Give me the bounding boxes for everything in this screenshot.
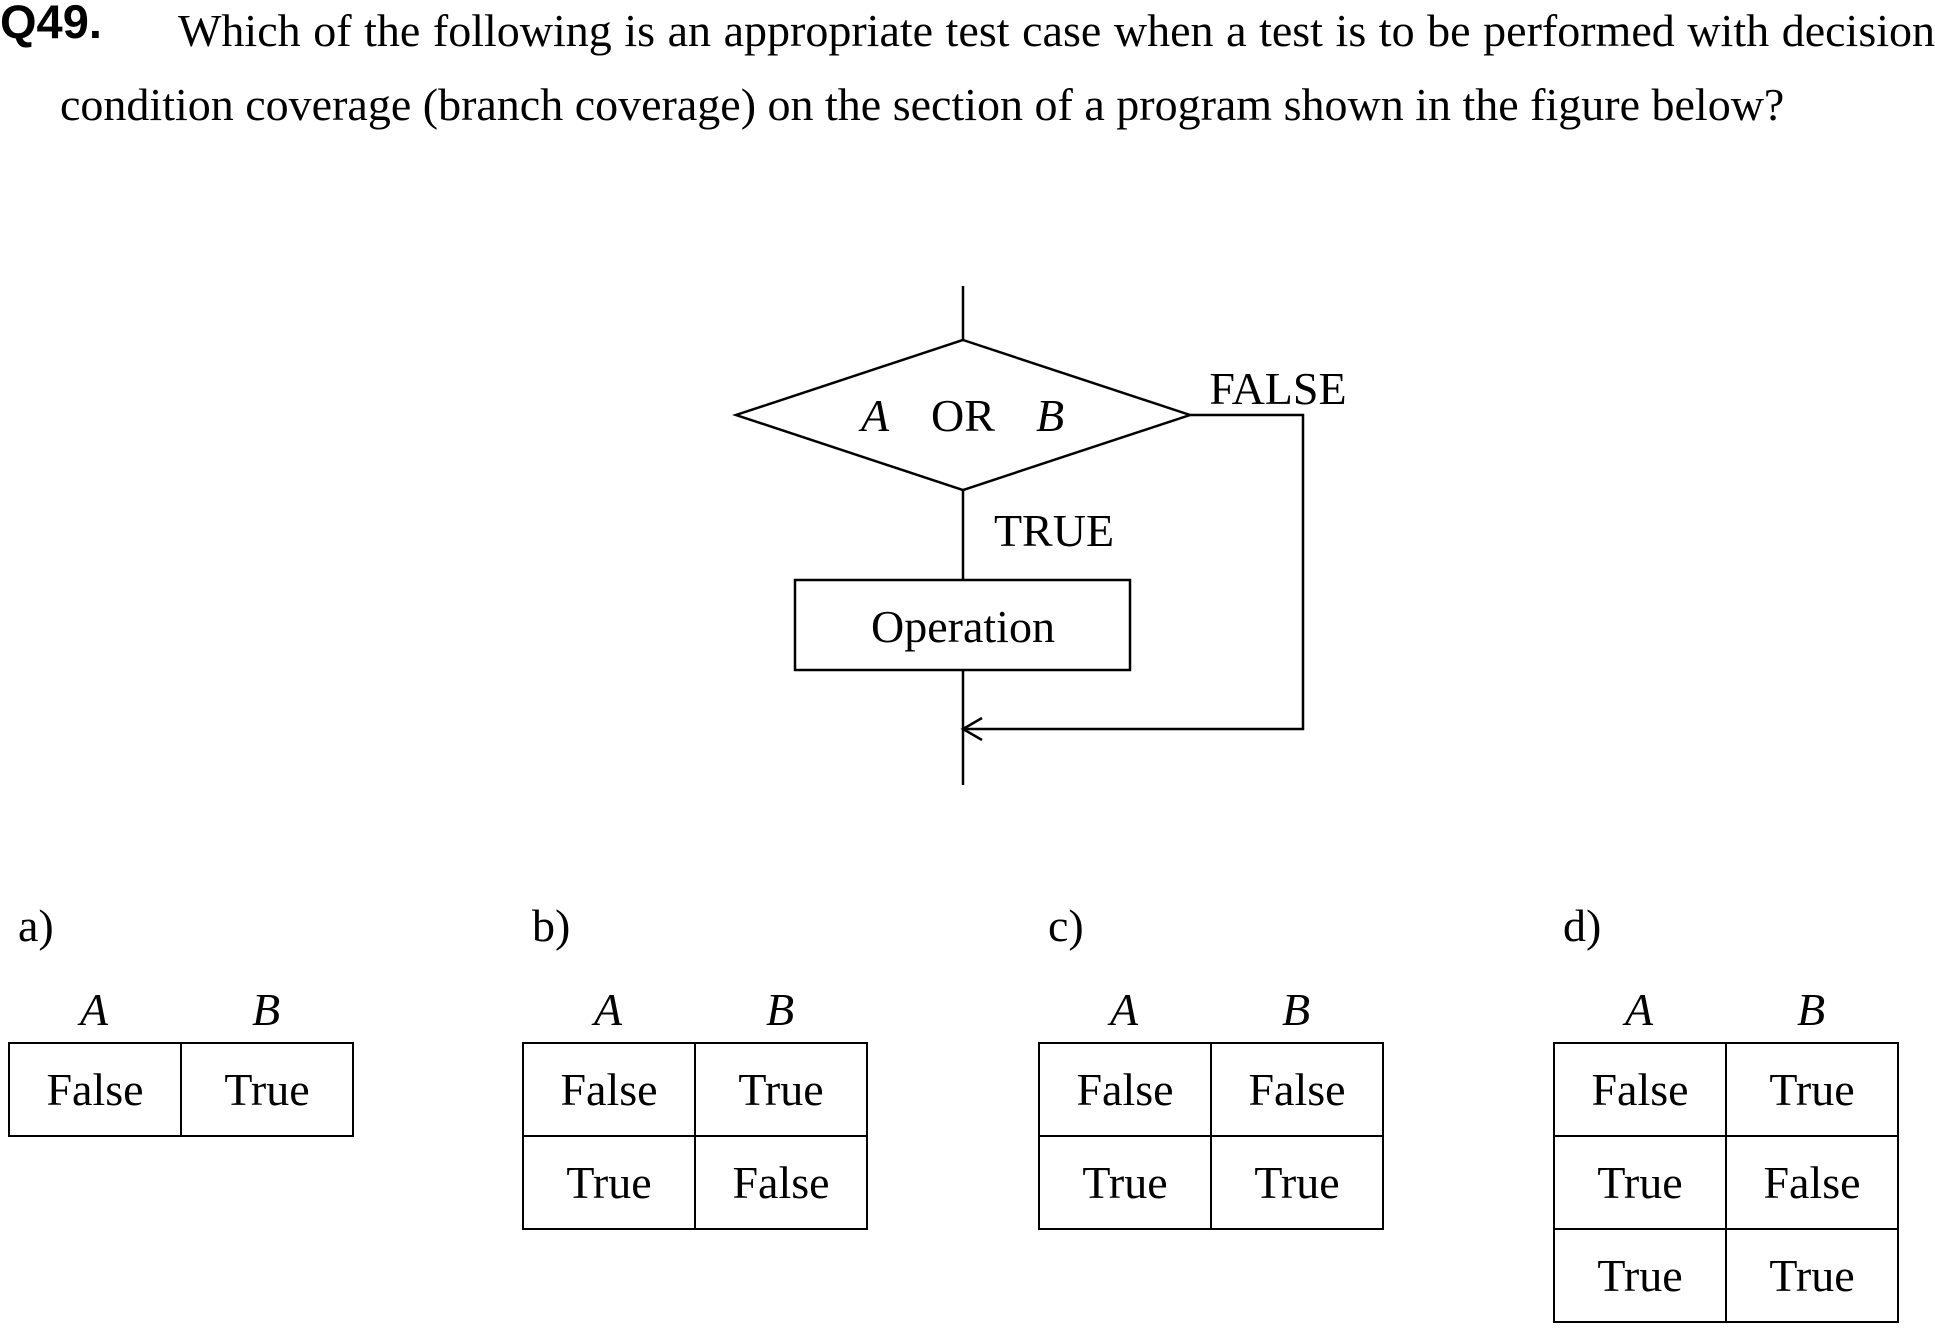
option-d-row1-a: False <box>1553 1042 1727 1137</box>
option-a-row1-a: False <box>8 1042 182 1137</box>
table-row: True False <box>1553 1135 1899 1230</box>
option-b-header-b: B <box>765 984 795 1035</box>
condition-a-label: A <box>858 390 890 441</box>
table-row: True False <box>522 1135 868 1230</box>
option-a-row1-b: True <box>180 1042 354 1137</box>
table-row: False True <box>522 1042 868 1137</box>
option-a-header-a: A <box>79 984 109 1035</box>
option-d-label: d) <box>1563 900 1602 951</box>
condition-b-label: B <box>1036 390 1064 441</box>
option-b-label: b) <box>532 900 571 951</box>
option-c-row2-b: True <box>1210 1135 1384 1230</box>
false-branch-label: FALSE <box>1209 363 1346 414</box>
option-c-header-b: B <box>1281 984 1311 1035</box>
option-d-row3-a: True <box>1553 1228 1727 1323</box>
option-a-label: a) <box>18 900 54 951</box>
option-d-header-a: A <box>1624 984 1654 1035</box>
table-row: False True <box>8 1042 354 1137</box>
table-row: False True <box>1553 1042 1899 1137</box>
option-d-header-b: B <box>1796 984 1826 1035</box>
option-b-row2-a: True <box>522 1135 696 1230</box>
operation-label: Operation <box>871 601 1055 652</box>
option-c-row2-a: True <box>1038 1135 1212 1230</box>
option-b-table: False True True False <box>522 1042 868 1230</box>
option-c-label: c) <box>1048 900 1084 951</box>
option-d-table: False True True False True True <box>1553 1042 1899 1323</box>
true-branch-label: TRUE <box>994 505 1114 556</box>
option-b-row2-b: False <box>694 1135 868 1230</box>
option-c-row1-a: False <box>1038 1042 1212 1137</box>
table-row: True True <box>1038 1135 1384 1230</box>
option-c-row1-b: False <box>1210 1042 1384 1137</box>
table-row: False False <box>1038 1042 1384 1137</box>
option-a-table: False True <box>8 1042 354 1137</box>
option-d-row3-b: True <box>1725 1228 1899 1323</box>
option-a-header-b: B <box>251 984 281 1035</box>
option-b-row1-a: False <box>522 1042 696 1137</box>
option-b-header-a: A <box>593 984 623 1035</box>
option-c-table: False False True True <box>1038 1042 1384 1230</box>
option-c-header-a: A <box>1109 984 1139 1035</box>
option-d-row1-b: True <box>1725 1042 1899 1137</box>
option-b-row1-b: True <box>694 1042 868 1137</box>
table-row: True True <box>1553 1228 1899 1323</box>
option-d-row2-b: False <box>1725 1135 1899 1230</box>
condition-operator-label: OR <box>931 390 995 441</box>
option-d-row2-a: True <box>1553 1135 1727 1230</box>
